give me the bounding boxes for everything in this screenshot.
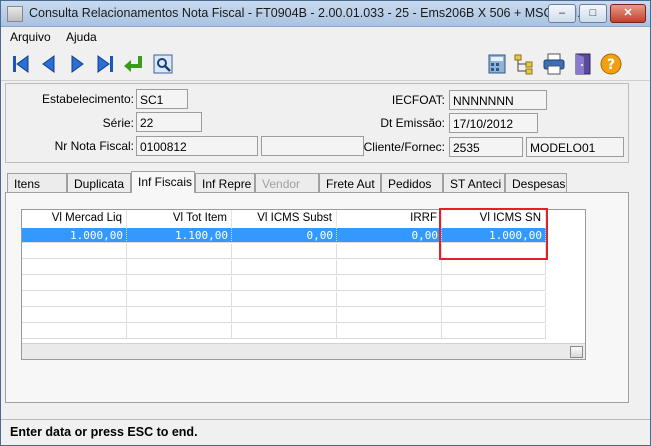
tab-strip: Itens Duplicata Inf Fiscais Inf Repre Ve…	[5, 171, 629, 193]
help-icon[interactable]: ?	[599, 52, 623, 76]
table-row-empty[interactable]	[22, 308, 546, 323]
nr-nota-fiscal-label: Nr Nota Fiscal:	[54, 139, 134, 153]
table-row-empty[interactable]	[22, 292, 546, 307]
column-header-irrf[interactable]: IRRF	[337, 210, 442, 228]
application-window: Consulta Relacionamentos Nota Fiscal - F…	[0, 0, 651, 446]
menu-bar: Arquivo Ajuda	[1, 27, 650, 47]
column-header-vl-mercad-liq[interactable]: Vl Mercad Liq	[22, 210, 127, 228]
tab-inf-repre[interactable]: Inf Repre	[195, 173, 255, 193]
window-title: Consulta Relacionamentos Nota Fiscal - F…	[29, 6, 588, 20]
cliente-code-field[interactable]: 2535	[449, 137, 523, 157]
dt-emissao-label: Dt Emissão:	[380, 116, 445, 130]
estabelecimento-label: Estabelecimento:	[41, 92, 134, 106]
highlight-box	[439, 208, 548, 260]
table-cell[interactable]: 1.100,00	[127, 228, 232, 243]
menu-arquivo[interactable]: Arquivo	[10, 30, 51, 44]
column-header-vl-tot-item[interactable]: Vl Tot Item	[127, 210, 232, 228]
table-row-empty[interactable]	[22, 324, 546, 339]
menu-ajuda[interactable]: Ajuda	[66, 30, 97, 44]
cliente-fornec-label: Cliente/Fornec:	[363, 140, 445, 154]
minimize-button[interactable]: –	[548, 4, 576, 23]
estabelecimento-field[interactable]: SC1	[136, 89, 188, 109]
table-row-empty[interactable]	[22, 260, 546, 275]
cliente-name-field[interactable]: MODELO01	[526, 137, 624, 157]
tab-inf-fiscais[interactable]: Inf Fiscais	[131, 171, 195, 193]
tab-duplicata[interactable]: Duplicata	[67, 173, 131, 193]
serie-field[interactable]: 22	[136, 112, 202, 132]
tab-pedidos[interactable]: Pedidos	[381, 173, 443, 193]
previous-icon[interactable]	[37, 52, 61, 76]
nr-nota-fiscal-extra-field[interactable]	[261, 136, 364, 156]
tab-itens[interactable]: Itens	[7, 173, 67, 193]
tab-st-anteci[interactable]: ST Anteci	[443, 173, 505, 193]
toolbar: ?	[1, 47, 650, 81]
dt-emissao-field[interactable]: 17/10/2012	[449, 113, 538, 133]
header-panel: Estabelecimento: SC1 Série: 22 Nr Nota F…	[5, 83, 629, 163]
status-bar: Enter data or press ESC to end.	[1, 419, 650, 445]
nr-nota-fiscal-field[interactable]: 0100812	[136, 136, 258, 156]
table-cell[interactable]: 1.000,00	[22, 228, 127, 243]
exit-door-icon[interactable]	[571, 52, 595, 76]
first-icon[interactable]	[9, 52, 33, 76]
last-icon[interactable]	[93, 52, 117, 76]
printer-icon[interactable]	[542, 52, 566, 76]
serie-label: Série:	[102, 116, 134, 130]
status-text: Enter data or press ESC to end.	[10, 425, 198, 439]
tab-despesas[interactable]: Despesas	[505, 173, 567, 193]
tab-frete-aut[interactable]: Frete Aut	[319, 173, 381, 193]
scrollbar-thumb[interactable]	[570, 346, 583, 358]
zoom-search-icon[interactable]	[151, 52, 175, 76]
calculator-icon[interactable]	[485, 52, 509, 76]
column-header-vl-icms-subst[interactable]: Vl ICMS Subst	[232, 210, 337, 228]
table-cell[interactable]: 0,00	[232, 228, 337, 243]
table-row-empty[interactable]	[22, 276, 546, 291]
close-button[interactable]: ✕	[610, 4, 646, 23]
title-bar[interactable]: Consulta Relacionamentos Nota Fiscal - F…	[1, 1, 650, 27]
svg-text:?: ?	[607, 57, 615, 73]
table-cell[interactable]: 0,00	[337, 228, 442, 243]
tab-vendor: Vendor	[255, 173, 319, 193]
horizontal-scrollbar[interactable]	[22, 343, 585, 359]
maximize-button[interactable]: □	[579, 4, 607, 23]
next-icon[interactable]	[65, 52, 89, 76]
tree-icon[interactable]	[513, 52, 537, 76]
app-icon	[7, 6, 23, 22]
iecfoat-field[interactable]: NNNNNNN	[449, 90, 547, 110]
return-icon[interactable]	[121, 52, 145, 76]
iecfoat-label: IECFOAT:	[391, 93, 445, 107]
